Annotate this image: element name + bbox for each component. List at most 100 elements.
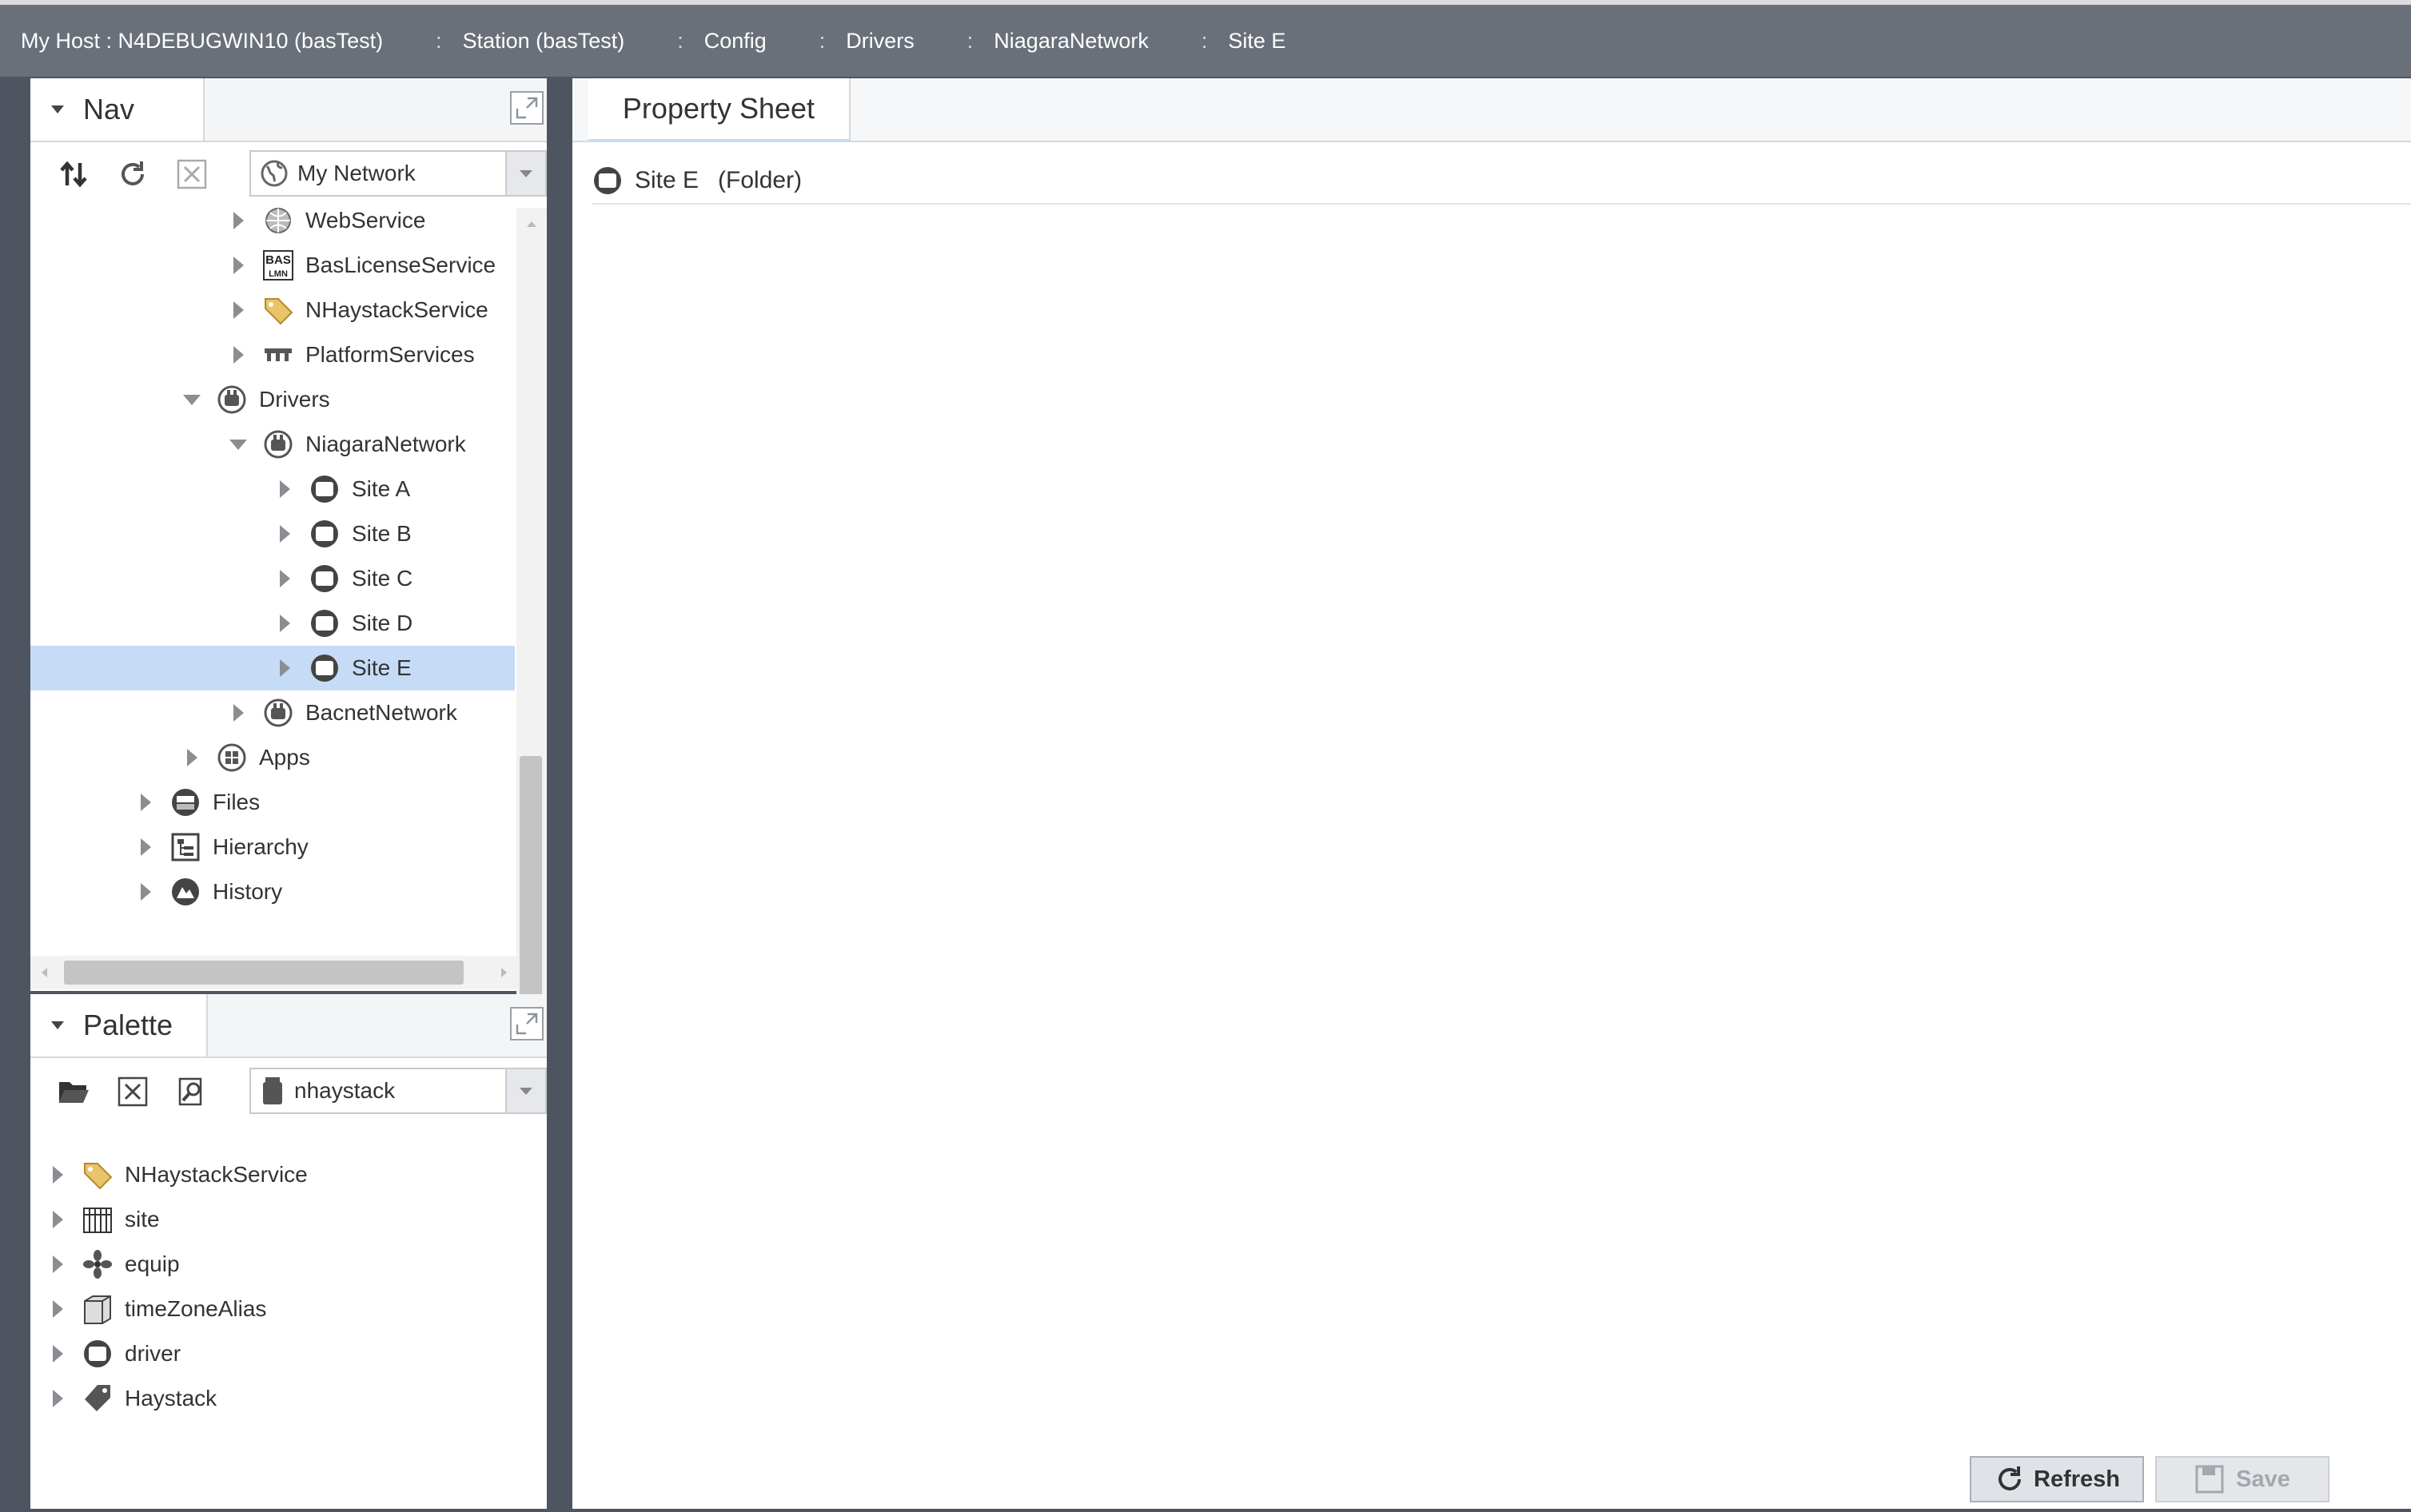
breadcrumb-item-station[interactable]: Station (basTest) bbox=[463, 29, 625, 54]
property-sheet-tab-label: Property Sheet bbox=[622, 92, 815, 125]
dropdown-arrow-icon[interactable] bbox=[505, 1069, 545, 1112]
expand-icon[interactable] bbox=[230, 703, 246, 722]
close-palette-button[interactable] bbox=[110, 1069, 155, 1114]
property-sheet-object-row[interactable]: Site E (Folder) bbox=[592, 158, 2411, 205]
expand-icon[interactable] bbox=[50, 1389, 66, 1408]
tree-node-apps[interactable]: Apps bbox=[184, 735, 310, 780]
palette-item-driver[interactable]: driver bbox=[50, 1331, 181, 1376]
palette-item-nhaystack-service[interactable]: NHaystackService bbox=[50, 1152, 308, 1197]
expand-icon[interactable] bbox=[230, 211, 246, 230]
folder-circle-icon bbox=[309, 652, 341, 684]
tree-node-site-d[interactable]: Site D bbox=[277, 601, 412, 646]
expand-icon[interactable] bbox=[277, 614, 293, 633]
nav-horizontal-scrollbar[interactable] bbox=[30, 956, 516, 989]
expand-icon[interactable] bbox=[277, 569, 293, 588]
collapse-icon[interactable] bbox=[230, 435, 246, 454]
palette-module-selector[interactable]: nhaystack bbox=[249, 1068, 547, 1114]
tree-node-label: BacnetNetwork bbox=[305, 700, 457, 725]
search-icon bbox=[178, 1077, 202, 1106]
expand-icon[interactable] bbox=[230, 256, 246, 275]
tree-node-label: NHaystackService bbox=[305, 297, 488, 322]
tree-node-label: BasLicenseService bbox=[305, 253, 496, 277]
dropdown-arrow-icon[interactable] bbox=[505, 152, 545, 195]
expand-icon[interactable] bbox=[50, 1165, 66, 1184]
scroll-left-arrow-icon[interactable] bbox=[37, 956, 53, 989]
nav-maximize-button[interactable] bbox=[510, 91, 544, 125]
sync-tree-button[interactable] bbox=[51, 152, 96, 197]
breadcrumb-item-host[interactable]: My Host : N4DEBUGWIN10 (basTest) bbox=[21, 29, 383, 54]
tree-node-label: WebService bbox=[305, 208, 426, 233]
collapse-icon[interactable] bbox=[184, 390, 200, 409]
palette-maximize-button[interactable] bbox=[510, 1007, 544, 1040]
tree-node-label: Apps bbox=[259, 745, 310, 770]
tree-node-platform-services[interactable]: PlatformServices bbox=[230, 332, 475, 377]
globe-icon bbox=[259, 158, 289, 189]
nav-vertical-scroll-thumb[interactable] bbox=[520, 756, 542, 1004]
tree-node-hierarchy[interactable]: Hierarchy bbox=[137, 825, 309, 869]
breadcrumb-item-drivers[interactable]: Drivers bbox=[846, 29, 915, 54]
expand-icon[interactable] bbox=[137, 838, 153, 857]
tree-node-files[interactable]: Files bbox=[137, 780, 260, 825]
expand-icon[interactable] bbox=[230, 300, 246, 320]
breadcrumb-separator: : bbox=[966, 28, 974, 53]
nav-vertical-scrollbar[interactable] bbox=[516, 208, 547, 1034]
expand-icon[interactable] bbox=[137, 882, 153, 901]
tree-node-site-a[interactable]: Site A bbox=[277, 467, 410, 511]
scroll-right-arrow-icon[interactable] bbox=[496, 956, 512, 989]
expand-icon[interactable] bbox=[50, 1255, 66, 1274]
scroll-up-arrow-icon[interactable] bbox=[516, 216, 547, 232]
collapse-caret-icon[interactable] bbox=[51, 1021, 64, 1029]
timezone-alias-icon bbox=[82, 1293, 114, 1325]
nav-panel-header: Nav bbox=[30, 78, 547, 142]
breadcrumb-item-config[interactable]: Config bbox=[704, 29, 767, 54]
tree-node-bas-license-service[interactable]: BAS LMN BasLicenseService bbox=[230, 243, 496, 288]
palette-item-timezone-alias[interactable]: timeZoneAlias bbox=[50, 1287, 266, 1331]
tree-node-niagara-network[interactable]: NiagaraNetwork bbox=[230, 422, 466, 467]
open-palette-button[interactable] bbox=[51, 1069, 96, 1114]
expand-icon[interactable] bbox=[137, 793, 153, 812]
svg-text:BAS: BAS bbox=[265, 253, 291, 267]
expand-icon[interactable] bbox=[277, 479, 293, 499]
nav-tab[interactable]: Nav bbox=[30, 78, 205, 141]
tree-node-site-e[interactable]: Site E bbox=[277, 646, 412, 690]
tree-node-bacnet-network[interactable]: BacnetNetwork bbox=[230, 690, 457, 735]
palette-item-equip[interactable]: equip bbox=[50, 1242, 180, 1287]
tree-node-nhaystack-service[interactable]: NHaystackService bbox=[230, 288, 488, 332]
expand-icon[interactable] bbox=[277, 659, 293, 678]
breadcrumb: My Host : N4DEBUGWIN10 (basTest) : Stati… bbox=[0, 0, 2411, 77]
folder-circle-icon bbox=[309, 518, 341, 550]
files-icon bbox=[169, 786, 201, 818]
refresh-tree-button[interactable] bbox=[110, 152, 155, 197]
save-button[interactable]: Save bbox=[2155, 1456, 2329, 1502]
close-tree-button[interactable] bbox=[169, 152, 214, 197]
nav-horizontal-scroll-thumb[interactable] bbox=[64, 961, 464, 985]
breadcrumb-item-site-e[interactable]: Site E bbox=[1228, 29, 1285, 54]
nav-root-selector[interactable]: My Network bbox=[249, 150, 547, 197]
refresh-button[interactable]: Refresh bbox=[1970, 1456, 2144, 1502]
expand-icon[interactable] bbox=[50, 1299, 66, 1319]
tree-node-site-c[interactable]: Site C bbox=[277, 556, 412, 601]
palette-item-haystack[interactable]: Haystack bbox=[50, 1376, 217, 1421]
collapse-caret-icon[interactable] bbox=[51, 105, 64, 113]
palette-tab[interactable]: Palette bbox=[30, 994, 208, 1056]
palette-item-label: site bbox=[125, 1207, 160, 1231]
expand-icon[interactable] bbox=[50, 1344, 66, 1363]
expand-icon[interactable] bbox=[184, 748, 200, 767]
tree-node-web-service[interactable]: WebService bbox=[230, 198, 425, 243]
breadcrumb-separator: : bbox=[819, 28, 826, 53]
property-sheet-tab[interactable]: Property Sheet bbox=[588, 78, 851, 142]
palette-item-site[interactable]: site bbox=[50, 1197, 160, 1242]
tree-node-site-b[interactable]: Site B bbox=[277, 511, 412, 556]
tree-node-label: Site C bbox=[352, 566, 413, 591]
expand-icon[interactable] bbox=[277, 524, 293, 543]
tree-node-history[interactable]: History bbox=[137, 869, 282, 914]
breadcrumb-item-niagara-network[interactable]: NiagaraNetwork bbox=[994, 29, 1149, 54]
tree-node-label: Site B bbox=[352, 521, 412, 546]
find-palette-button[interactable] bbox=[169, 1069, 214, 1114]
close-box-icon bbox=[177, 159, 207, 189]
expand-icon[interactable] bbox=[50, 1210, 66, 1229]
refresh-button-label: Refresh bbox=[2034, 1466, 2120, 1492]
tree-node-drivers[interactable]: Drivers bbox=[184, 377, 330, 422]
expand-icon[interactable] bbox=[230, 345, 246, 364]
folder-circle-icon bbox=[592, 165, 624, 197]
